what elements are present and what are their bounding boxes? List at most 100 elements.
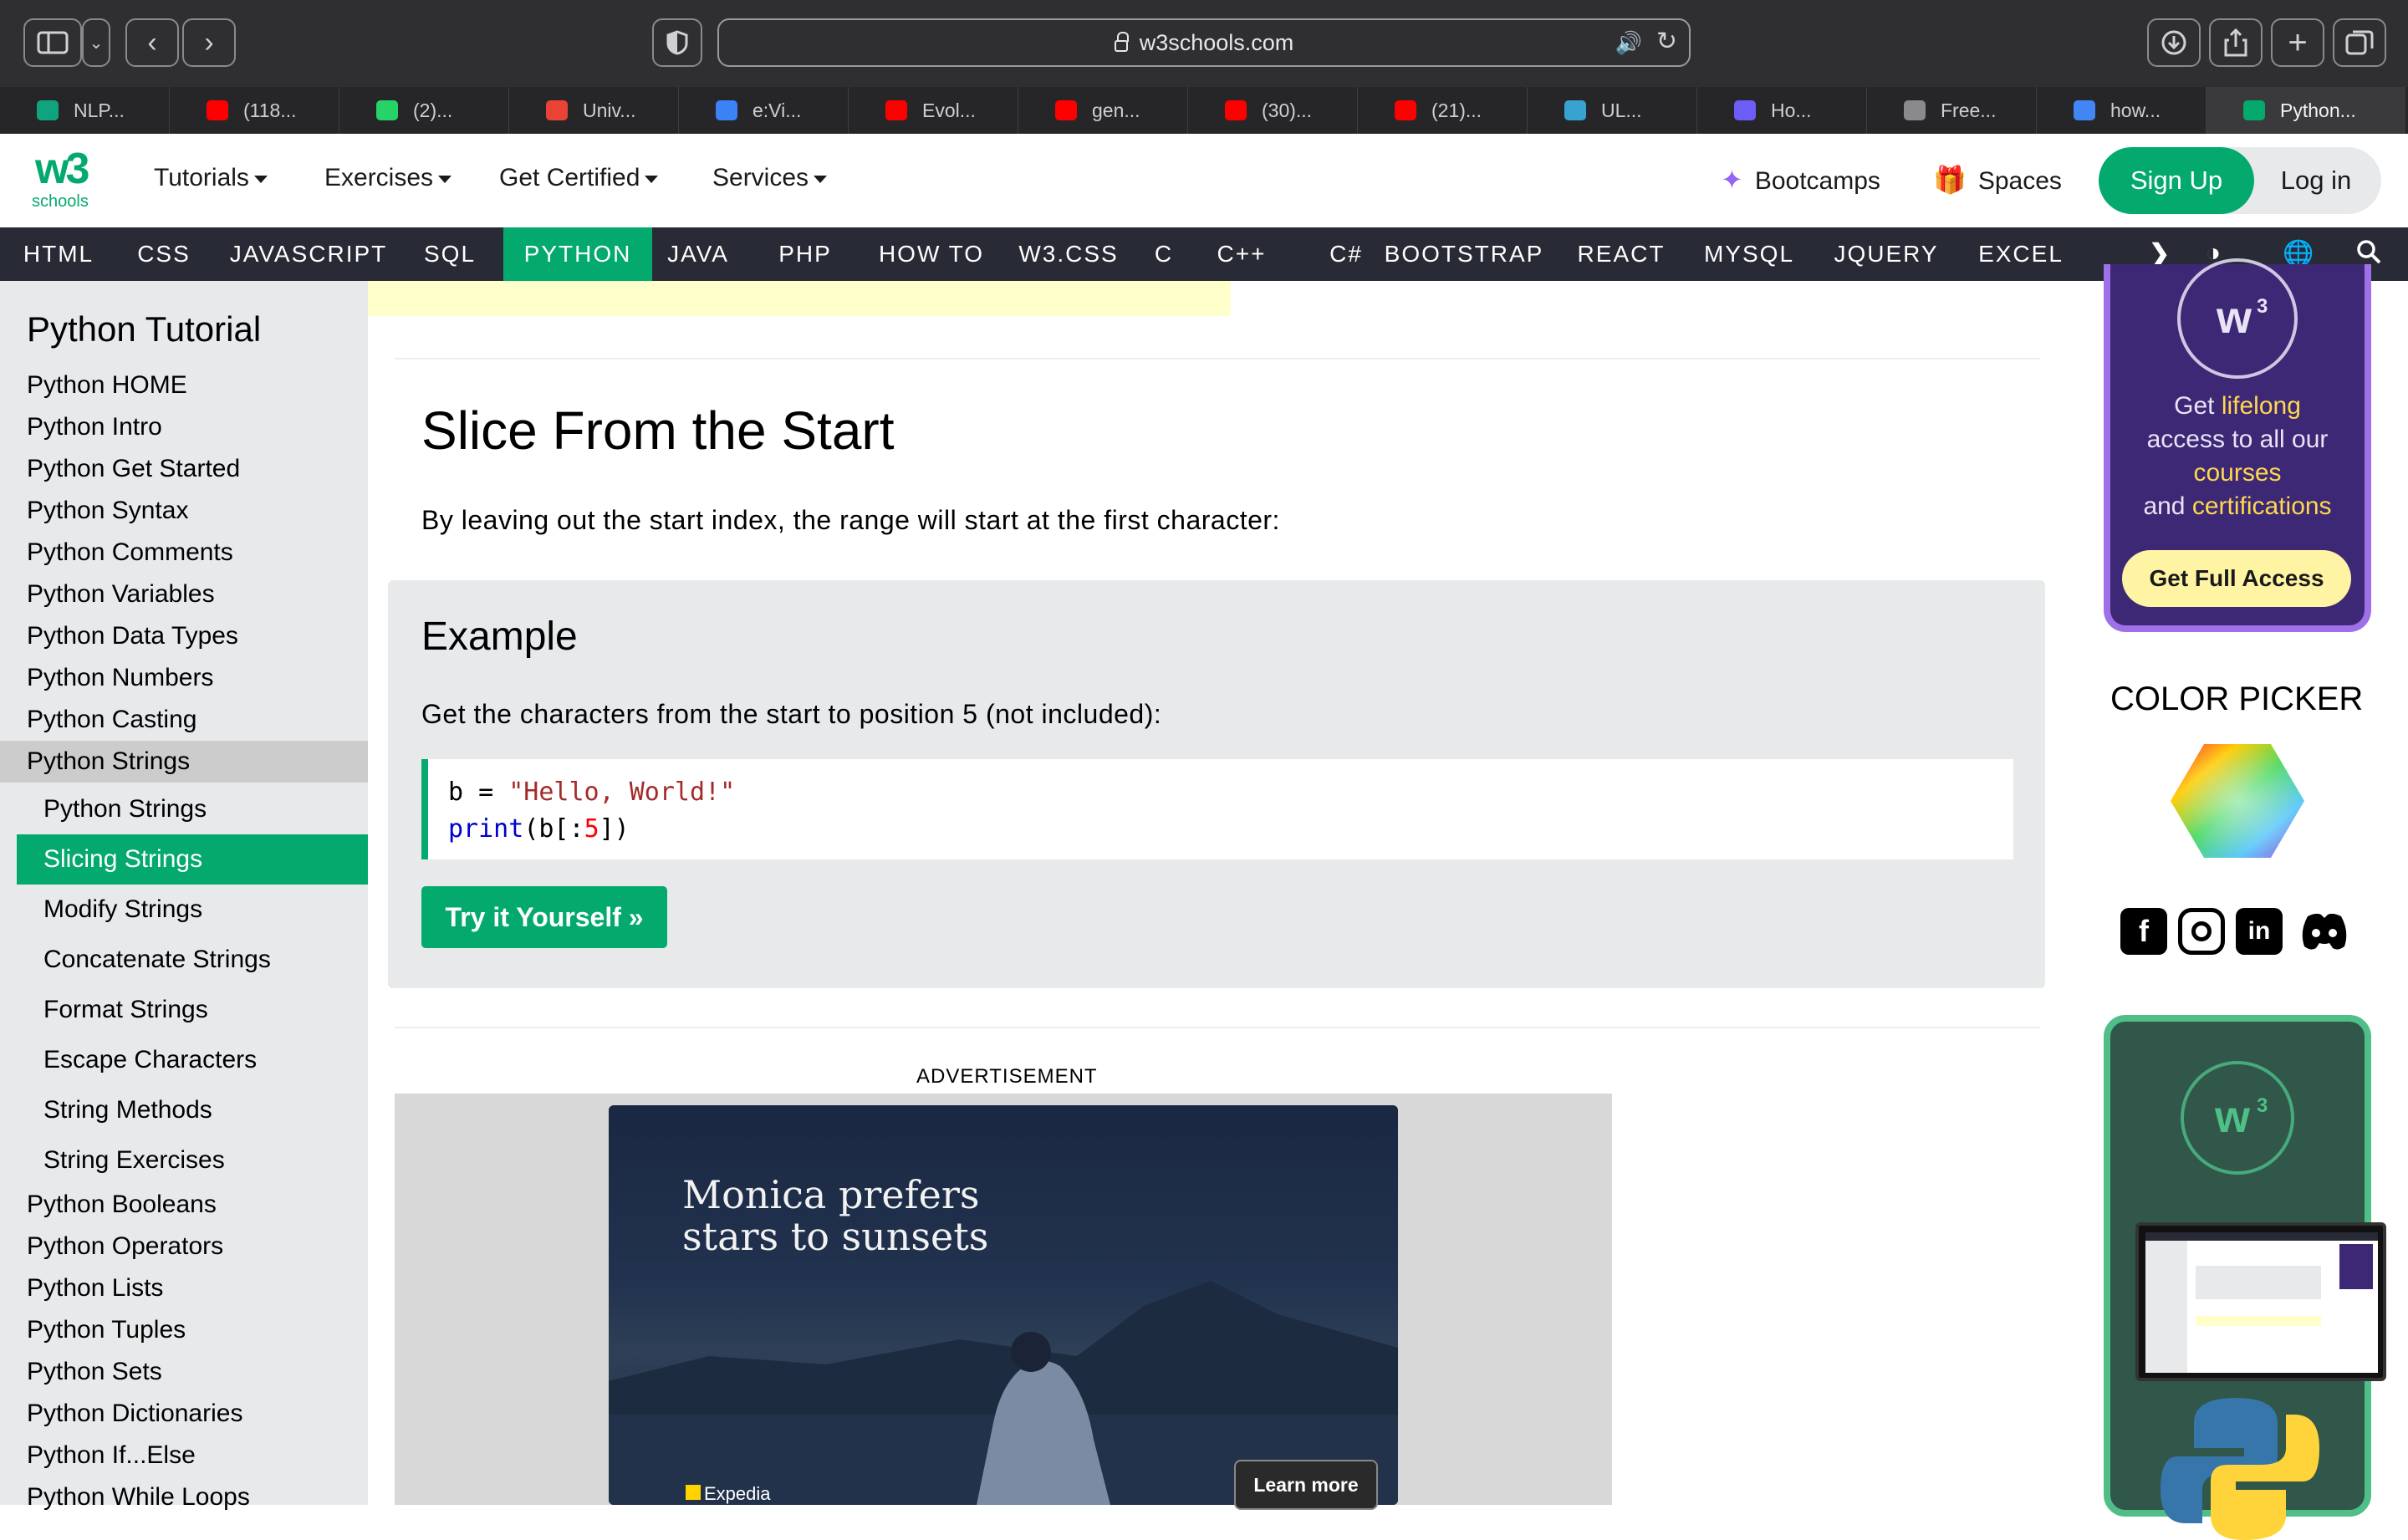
forward-button[interactable]: › [182,18,236,67]
ad-image[interactable] [609,1105,1398,1505]
ad-brand: Expedia [704,1483,771,1504]
sidebar-toggle-button[interactable] [23,18,82,67]
login-button[interactable]: Log in [2258,147,2375,214]
language-tab[interactable]: PHP [756,227,855,281]
sidebar-item[interactable]: Python HOME [27,371,187,400]
sidebar-item[interactable]: Python If...Else [27,1441,196,1470]
browser-tab[interactable]: Univ... [509,87,679,134]
color-picker-hexagon-icon[interactable] [2169,742,2306,859]
sidebar-sub-item[interactable]: Escape Characters [17,1035,368,1085]
nav-services[interactable]: Services [712,164,828,192]
spaces-label: Spaces [1977,167,2062,195]
language-tab[interactable]: C [1139,227,1189,281]
nav-tutorials-label: Tutorials [154,164,249,191]
sidebar-item[interactable]: Python Lists [27,1274,163,1303]
new-tab-button[interactable]: + [2271,18,2324,67]
browser-tab[interactable]: how... [2037,87,2206,134]
tab-group-dropdown[interactable]: ⌄ [82,18,110,67]
sidebar-sub-item[interactable]: String Exercises [17,1135,368,1186]
w3schools-logo[interactable]: w3 schools [28,145,104,214]
browser-tab[interactable]: gen... [1018,87,1188,134]
browser-tab[interactable]: (21)... [1358,87,1528,134]
language-tab[interactable]: REACT [1567,227,1676,281]
learn-more-button[interactable]: Learn more [1234,1460,1378,1510]
divider [395,1027,2040,1028]
instagram-icon[interactable] [2178,908,2225,955]
code-args-end: ]) [599,814,630,844]
nav-tutorials[interactable]: Tutorials [154,164,268,192]
language-tab[interactable]: HOW TO [863,227,1000,281]
tab-overview-button[interactable] [2333,18,2386,67]
spaces-link[interactable]: 🎁 Spaces [1933,164,2062,196]
nav-get-certified[interactable]: Get Certified [499,164,659,192]
sidebar-item[interactable]: Python Variables [27,580,215,609]
sidebar-item[interactable]: Python Numbers [27,664,213,692]
browser-tab[interactable]: (118... [170,87,339,134]
page-heading: Slice From the Start [421,400,895,461]
discord-icon[interactable] [2296,908,2353,955]
speaker-icon[interactable]: 🔊 [1615,30,1642,56]
sidebar-sub-item[interactable]: Python Strings [17,784,368,834]
linkedin-icon[interactable]: in [2236,908,2283,955]
back-button[interactable]: ‹ [125,18,179,67]
sidebar-item[interactable]: Python Casting [27,706,196,734]
reload-icon[interactable]: ↻ [1656,27,1677,56]
tab-label: UL... [1601,99,1642,121]
sidebar-item[interactable]: Python Syntax [27,497,188,525]
facebook-icon[interactable]: f [2120,908,2167,955]
tab-favicon-icon [1055,100,1077,120]
browser-tab[interactable]: Python... [2206,87,2405,134]
language-tab[interactable]: JQUERY [1824,227,1948,281]
bootcamps-link[interactable]: ✦ Bootcamps [1721,164,1880,196]
sidebar-item[interactable]: Python Tuples [27,1316,186,1344]
browser-tab[interactable]: Free... [1867,87,2037,134]
privacy-report-button[interactable] [652,18,702,67]
tab-bar: NLP... (118... (2)... Univ... e:Vi... Evol...… [0,87,2408,134]
sidebar-sub-item[interactable]: Slicing Strings [17,834,368,885]
sidebar-title: Python Tutorial [27,309,262,349]
sidebar-sub-item[interactable]: String Methods [17,1085,368,1135]
get-full-access-button[interactable]: Get Full Access [2122,550,2351,607]
language-tab[interactable]: W3.CSS [1008,227,1129,281]
svg-text:3: 3 [2257,1094,2268,1117]
sidebar-sub-item[interactable]: Format Strings [17,985,368,1035]
browser-tab[interactable]: Ho... [1697,87,1867,134]
language-tab[interactable]: EXCEL [1967,227,2075,281]
language-tab[interactable]: HTML [8,227,109,281]
language-tab[interactable]: CSS [125,227,202,281]
language-tab[interactable]: SQL [406,227,493,281]
browser-tab[interactable]: (2)... [339,87,509,134]
browser-tab[interactable]: Evol... [849,87,1018,134]
browser-tab[interactable]: (30)... [1188,87,1358,134]
tab-favicon-icon [2074,100,2095,120]
sidebar-item[interactable]: Python Operators [27,1232,223,1261]
language-tab[interactable]: C++ [1196,227,1288,281]
language-tab[interactable]: JAVA [649,227,747,281]
browser-tab[interactable]: NLP... [0,87,170,134]
downloads-button[interactable] [2147,18,2201,67]
sidebar-item[interactable]: Python Data Types [27,622,238,650]
signup-button[interactable]: Sign Up [2099,147,2254,214]
browser-tab[interactable]: UL... [1528,87,1697,134]
browser-tab[interactable]: e:Vi... [679,87,849,134]
share-button[interactable] [2209,18,2263,67]
language-tab[interactable]: MYSQL [1687,227,1811,281]
sidebar-sub-item[interactable]: Concatenate Strings [17,935,368,985]
language-tab[interactable]: JAVASCRIPT [219,227,398,281]
sidebar-item[interactable]: Python Sets [27,1358,162,1386]
try-it-yourself-button[interactable]: Try it Yourself » [421,886,667,948]
tab-label: Ho... [1771,99,1812,121]
nav-exercises[interactable]: Exercises [324,164,452,192]
language-tab[interactable]: PYTHON [503,227,652,281]
sidebar-item[interactable]: Python Comments [27,538,233,567]
sidebar-item[interactable]: Python Strings [27,747,190,776]
address-bar[interactable]: w3schools.com 🔊 ↻ [717,18,1691,67]
language-tab[interactable]: BOOTSTRAP [1371,227,1557,281]
sidebar-item[interactable]: Python While Loops [27,1483,250,1512]
sidebar-item[interactable]: Python Booleans [27,1191,217,1219]
sidebar-item[interactable]: Python Get Started [27,455,240,483]
page-thumbnail-preview[interactable] [2135,1222,2386,1381]
sidebar-item[interactable]: Python Dictionaries [27,1400,242,1428]
sidebar-sub-item[interactable]: Modify Strings [17,885,368,935]
sidebar-item[interactable]: Python Intro [27,413,162,441]
